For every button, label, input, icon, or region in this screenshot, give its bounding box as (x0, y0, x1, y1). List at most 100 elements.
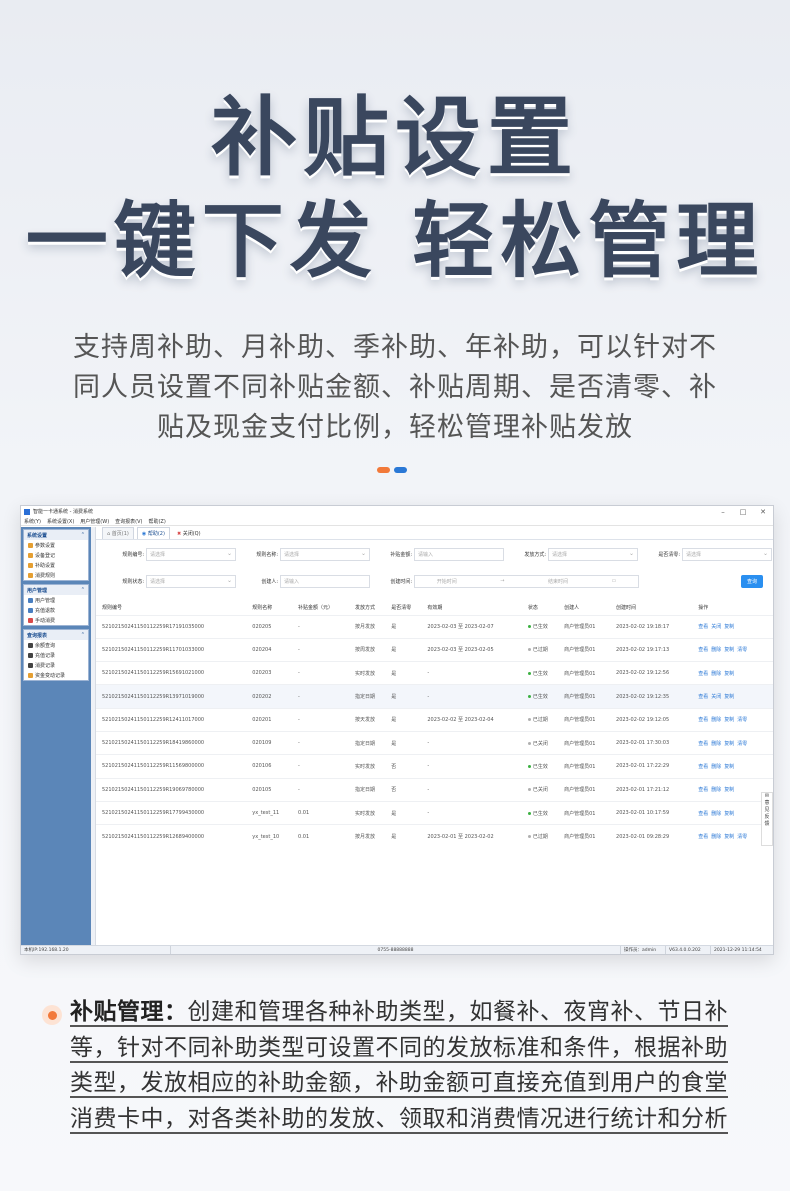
action-link[interactable]: 查看 (698, 671, 708, 677)
amount-input[interactable]: 请输入 (414, 547, 504, 561)
table-row[interactable]: 5210215024115011225​9R18419860000 020109-… (96, 730, 773, 755)
rule-name-cell: 020202 (246, 684, 293, 709)
collapse-icon[interactable]: ⌃ (81, 587, 85, 593)
sidebar-item-manual[interactable]: 手动消费 (24, 615, 88, 625)
table-row[interactable]: 5210215024115011225​9R12689400000 yx_test… (96, 824, 773, 848)
action-link[interactable]: 查看 (698, 787, 708, 793)
date-start[interactable]: 开始时间 (437, 578, 457, 585)
mode-select[interactable]: 请选择 (548, 547, 638, 561)
sidebar-panel-header[interactable]: 系统设置 ⌃ (24, 530, 88, 540)
sidebar-item-params[interactable]: 参数设置 (24, 540, 88, 550)
table-row[interactable]: 5210215024115011225​9R15691021000 020203-… (96, 661, 773, 685)
clear-select[interactable]: 请选择 (682, 547, 772, 561)
action-link[interactable]: 删除 (711, 811, 721, 817)
sidebar-item-label: 手动消费 (35, 617, 56, 624)
rule-name-cell: 020204 (246, 637, 293, 662)
action-link[interactable]: 删除 (711, 671, 721, 677)
feedback-tab[interactable]: ✉ 意见反馈 (761, 792, 773, 846)
minimize-icon[interactable]: – (713, 508, 733, 516)
menu-help[interactable]: 帮助(Z) (148, 518, 165, 525)
sidebar-panel-header[interactable]: 用户管理 ⌃ (24, 585, 88, 595)
close-window-icon[interactable]: ✕ (753, 508, 773, 516)
action-link[interactable]: 删除 (711, 741, 721, 747)
action-link[interactable]: 关闭 (711, 694, 721, 700)
action-link[interactable]: 查看 (698, 811, 708, 817)
query-button[interactable]: 查询 (740, 574, 763, 588)
action-link[interactable]: 复制 (724, 671, 734, 677)
tab-home[interactable]: ⌂ 首页(1) (102, 527, 134, 539)
sidebar-item-balance[interactable]: 余额查询 (24, 640, 88, 650)
action-link[interactable]: 删除 (711, 717, 721, 723)
action-link[interactable]: 复制 (724, 834, 734, 840)
sidebar-item-consume-log[interactable]: 消费记录 (24, 660, 88, 670)
rule-name-cell: 020105 (246, 777, 293, 802)
sidebar-item-recharge[interactable]: 充值退款 (24, 605, 88, 615)
sidebar-item-user-mgmt[interactable]: 用户管理 (24, 595, 88, 605)
creator-input[interactable]: 请输入 (280, 574, 370, 588)
action-link[interactable]: 删除 (711, 764, 721, 770)
action-link[interactable]: 查看 (698, 741, 708, 747)
tab-close[interactable]: ✖ 关闭(Q) (173, 528, 205, 539)
action-link[interactable]: 查看 (698, 647, 708, 653)
table-row[interactable]: 5210215024115011225​9R17799430000 yx_test… (96, 800, 773, 825)
filter-rule-id: 规则编号: 请选择 (102, 547, 236, 561)
table-row[interactable]: 5210215024115011225​9R11701033000 020204-… (96, 637, 773, 662)
sidebar-item-devices[interactable]: 设备登记 (24, 550, 88, 560)
action-link[interactable]: 查看 (698, 834, 708, 840)
action-link[interactable]: 删除 (711, 647, 721, 653)
action-link[interactable]: 清零 (737, 834, 747, 840)
action-link[interactable]: 删除 (711, 787, 721, 793)
menu-reports[interactable]: 查询报表(V) (115, 518, 142, 525)
action-link[interactable]: 查看 (698, 764, 708, 770)
rule-id-select[interactable]: 请选择 (146, 547, 236, 561)
filter-label: 是否清零: (658, 551, 680, 558)
sidebar-item-recharge-log[interactable]: 充值记录 (24, 650, 88, 660)
filter-label: 创建人: (261, 578, 278, 585)
rule-name-select[interactable]: 请选择 (280, 547, 370, 561)
rule-name-cell: 020109 (246, 730, 293, 755)
action-link[interactable]: 清零 (737, 741, 747, 747)
sidebar-item-rules[interactable]: 消费规则 (24, 570, 88, 580)
action-link[interactable]: 清零 (737, 717, 747, 723)
action-link[interactable]: 复制 (724, 787, 734, 793)
rule-name-cell: 020201 (246, 707, 293, 732)
action-link[interactable]: 复制 (724, 741, 734, 747)
action-link[interactable]: 删除 (711, 834, 721, 840)
action-link[interactable]: 复制 (724, 647, 734, 653)
status-select[interactable]: 请选择 (146, 574, 236, 588)
action-link[interactable]: 查看 (698, 694, 708, 700)
action-link[interactable]: 复制 (724, 811, 734, 817)
action-link[interactable]: 查看 (698, 624, 708, 630)
date-end[interactable]: 结束时间 (548, 578, 568, 585)
status-text: 已过期 (532, 647, 548, 654)
action-link[interactable]: 复制 (724, 764, 734, 770)
action-link[interactable]: 关闭 (711, 624, 721, 630)
column-header: 创建人 (558, 600, 611, 615)
sidebar-panel-header[interactable]: 查询报表 ⌃ (24, 630, 88, 640)
table-row[interactable]: 5210215024115011225​9R13971019000 020202-… (96, 684, 773, 709)
action-link[interactable]: 复制 (724, 624, 734, 630)
clear-cell: 是 (385, 661, 422, 685)
collapse-icon[interactable]: ⌃ (81, 532, 85, 538)
menu-settings[interactable]: 系统设置(X) (47, 518, 74, 525)
action-link[interactable]: 复制 (724, 717, 734, 723)
maximize-icon[interactable]: □ (733, 508, 753, 516)
table-row[interactable]: 5210215024115011225​9R12411017000 020201-… (96, 707, 773, 732)
collapse-icon[interactable]: ⌃ (81, 632, 85, 638)
sidebar-item-funds-log[interactable]: 资金变动记录 (24, 670, 88, 680)
action-link[interactable]: 查看 (698, 717, 708, 723)
action-link[interactable]: 清零 (737, 647, 747, 653)
date-range-picker[interactable]: 开始时间 → 结束时间 ▭ (414, 574, 639, 588)
action-link[interactable]: 复制 (724, 694, 734, 700)
status-cell: 已过期 (521, 824, 559, 848)
menu-users[interactable]: 用户管理(W) (80, 518, 109, 525)
filter-label: 发放方式: (524, 551, 546, 558)
window-title: 智能一卡通系统 - 消费系统 (33, 509, 93, 515)
menu-system[interactable]: 系统(Y) (24, 518, 41, 525)
table-row[interactable]: 5210215024115011225​9R19069780000 020105-… (96, 777, 773, 802)
status-operator: 操作员：admin (621, 945, 666, 954)
sidebar-item-subsidy[interactable]: 补助设置 (24, 560, 88, 570)
tab-help[interactable]: ◉ 帮助(2) (136, 527, 170, 539)
table-row[interactable]: 5210215024115011225​9R17191035000 020205-… (96, 614, 773, 639)
table-row[interactable]: 5210215024115011225​9R11569800000 020106-… (96, 754, 773, 779)
